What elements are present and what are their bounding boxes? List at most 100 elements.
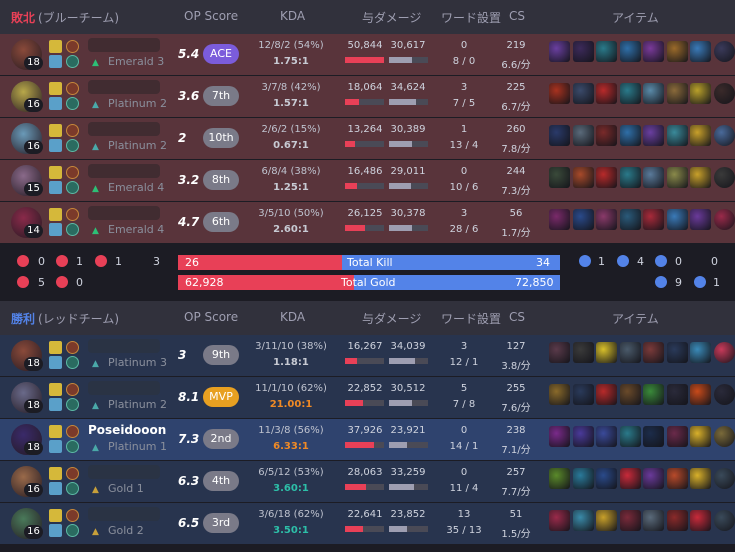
item-icon[interactable] [690, 510, 711, 531]
item-icon[interactable] [619, 342, 641, 363]
item-icon[interactable] [666, 426, 688, 447]
item-icon[interactable] [643, 41, 664, 62]
item-icon[interactable] [596, 426, 617, 447]
summoner-spell-icon[interactable] [49, 482, 62, 495]
item-icon[interactable] [572, 426, 594, 447]
item-icon[interactable] [572, 167, 594, 188]
summoner-spell-icon[interactable] [49, 509, 62, 522]
secondary-rune-icon[interactable] [66, 524, 79, 537]
item-icon[interactable] [549, 83, 570, 104]
item-icon[interactable] [690, 342, 711, 363]
item-icon[interactable] [549, 510, 570, 531]
secondary-rune-icon[interactable] [66, 440, 79, 453]
trinket-item-icon[interactable] [713, 342, 735, 363]
keystone-rune-icon[interactable] [66, 124, 79, 137]
summoner-spell-icon[interactable] [49, 139, 62, 152]
trinket-item-icon[interactable] [713, 41, 735, 62]
item-icon[interactable] [619, 167, 641, 188]
item-icon[interactable] [596, 167, 617, 188]
summoner-spell-icon[interactable] [49, 124, 62, 137]
item-icon[interactable] [666, 83, 688, 104]
player-name[interactable] [88, 339, 160, 353]
item-icon[interactable] [619, 426, 641, 447]
item-icon[interactable] [619, 83, 641, 104]
item-icon[interactable] [690, 468, 711, 489]
summoner-spell-icon[interactable] [49, 82, 62, 95]
item-icon[interactable] [666, 342, 688, 363]
secondary-rune-icon[interactable] [66, 139, 79, 152]
item-icon[interactable] [643, 342, 664, 363]
item-icon[interactable] [596, 209, 617, 230]
player-row[interactable]: 16 ▲ Platinum 2 2 10th 2/6/2 (15%) 0.67:1 13,26… [0, 118, 735, 160]
player-name[interactable] [88, 465, 160, 479]
item-icon[interactable] [619, 125, 641, 146]
item-icon[interactable] [619, 510, 641, 531]
trinket-item-icon[interactable] [713, 125, 735, 146]
summoner-spell-icon[interactable] [49, 55, 62, 68]
item-icon[interactable] [666, 167, 688, 188]
item-icon[interactable] [690, 426, 711, 447]
player-row[interactable]: 18 ▲ Platinum 3 3 9th 3/11/10 (38%) 1.18:1 16,2… [0, 335, 735, 377]
trinket-item-icon[interactable] [713, 426, 735, 447]
item-icon[interactable] [666, 510, 688, 531]
keystone-rune-icon[interactable] [66, 82, 79, 95]
item-icon[interactable] [596, 342, 617, 363]
secondary-rune-icon[interactable] [66, 97, 79, 110]
player-name[interactable] [88, 507, 160, 521]
item-icon[interactable] [690, 125, 711, 146]
item-icon[interactable] [596, 510, 617, 531]
keystone-rune-icon[interactable] [66, 40, 79, 53]
item-icon[interactable] [690, 41, 711, 62]
secondary-rune-icon[interactable] [66, 398, 79, 411]
item-icon[interactable] [643, 384, 664, 405]
item-icon[interactable] [666, 125, 688, 146]
item-icon[interactable] [549, 384, 570, 405]
player-name[interactable] [88, 80, 160, 94]
summoner-spell-icon[interactable] [49, 97, 62, 110]
trinket-item-icon[interactable] [713, 510, 735, 531]
summoner-spell-icon[interactable] [49, 341, 62, 354]
summoner-spell-icon[interactable] [49, 383, 62, 396]
secondary-rune-icon[interactable] [66, 181, 79, 194]
player-row[interactable]: 16 ▲ Gold 1 6.3 4th 6/5/12 (53%) 3.60:1 28,063 3… [0, 461, 735, 503]
item-icon[interactable] [549, 468, 570, 489]
summoner-spell-icon[interactable] [49, 467, 62, 480]
item-icon[interactable] [619, 468, 641, 489]
item-icon[interactable] [572, 342, 594, 363]
player-name[interactable] [88, 381, 160, 395]
item-icon[interactable] [643, 209, 664, 230]
summoner-spell-icon[interactable] [49, 425, 62, 438]
player-row[interactable]: 16 ▲ Gold 2 6.5 3rd 3/6/18 (62%) 3.50:1 22,641 2… [0, 503, 735, 545]
item-icon[interactable] [549, 342, 570, 363]
player-row[interactable]: 18 ▲ Emerald 3 5.4 ACE 12/8/2 (54%) 1.75:1 50,8… [0, 34, 735, 76]
item-icon[interactable] [690, 384, 711, 405]
keystone-rune-icon[interactable] [66, 166, 79, 179]
item-icon[interactable] [596, 83, 617, 104]
summoner-spell-icon[interactable] [49, 181, 62, 194]
secondary-rune-icon[interactable] [66, 223, 79, 236]
item-icon[interactable] [572, 468, 594, 489]
item-icon[interactable] [549, 209, 570, 230]
item-icon[interactable] [596, 125, 617, 146]
trinket-item-icon[interactable] [713, 209, 735, 230]
item-icon[interactable] [572, 125, 594, 146]
player-name[interactable] [88, 206, 160, 220]
player-row[interactable]: 18 ▲ Platinum 2 8.1 MVP 11/1/10 (62%) 21.00:1 2… [0, 377, 735, 419]
item-icon[interactable] [643, 468, 664, 489]
item-icon[interactable] [572, 41, 594, 62]
secondary-rune-icon[interactable] [66, 356, 79, 369]
item-icon[interactable] [596, 41, 617, 62]
item-icon[interactable] [643, 510, 664, 531]
trinket-item-icon[interactable] [713, 384, 735, 405]
player-name[interactable] [88, 122, 160, 136]
player-name[interactable] [88, 38, 160, 52]
keystone-rune-icon[interactable] [66, 425, 79, 438]
player-row[interactable]: 14 ▲ Emerald 4 4.7 6th 3/5/10 (50%) 2.60:1 26,1… [0, 202, 735, 244]
secondary-rune-icon[interactable] [66, 55, 79, 68]
trinket-item-icon[interactable] [713, 167, 735, 188]
item-icon[interactable] [549, 426, 570, 447]
trinket-item-icon[interactable] [713, 83, 735, 104]
summoner-spell-icon[interactable] [49, 223, 62, 236]
item-icon[interactable] [549, 167, 570, 188]
item-icon[interactable] [572, 510, 594, 531]
